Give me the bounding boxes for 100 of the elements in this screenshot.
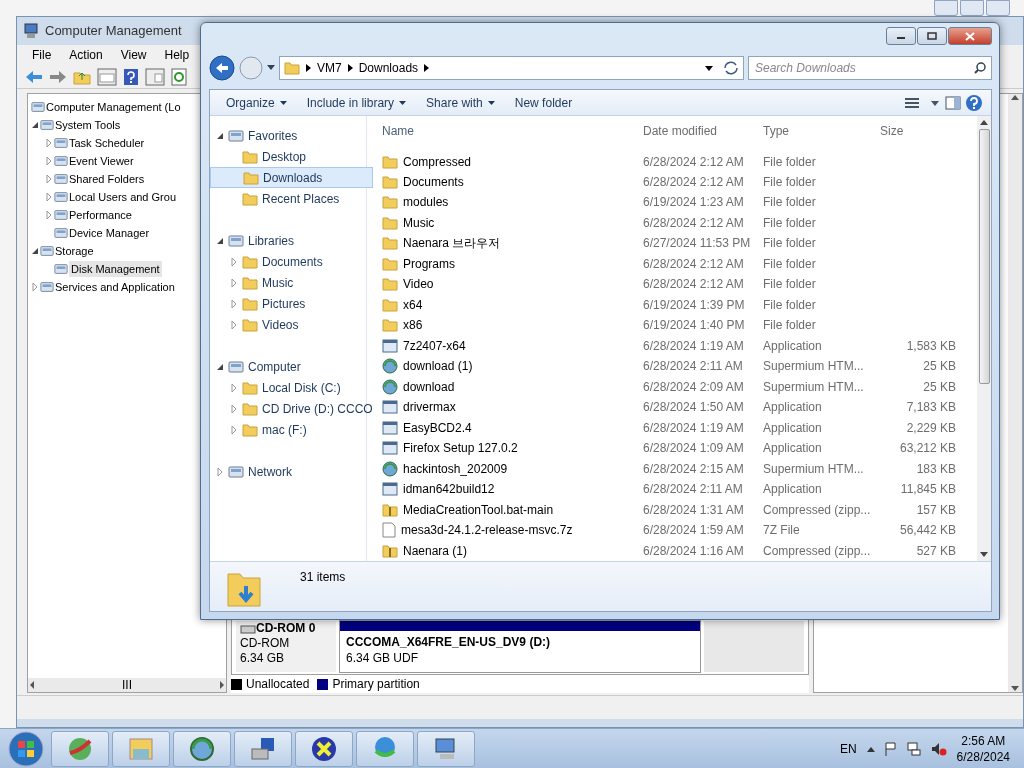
tree-item[interactable]: Disk Management xyxy=(69,260,162,278)
network-icon[interactable] xyxy=(906,741,921,756)
scroll-left-icon[interactable] xyxy=(28,681,36,689)
file-name[interactable]: download (1) xyxy=(403,357,473,376)
tree-item[interactable]: Storage xyxy=(55,242,94,260)
file-name[interactable]: Music xyxy=(403,213,435,232)
nav-item[interactable]: Network xyxy=(210,461,373,482)
file-name[interactable]: 7z2407-x64 xyxy=(403,336,466,355)
tree-item[interactable]: Performance xyxy=(69,206,132,224)
file-name[interactable]: Naenara 브라우저 xyxy=(403,234,501,253)
scrollbar-thumb[interactable]: III xyxy=(122,676,132,694)
minimize-button[interactable] xyxy=(886,27,916,45)
address-bar[interactable]: VM7 Downloads xyxy=(279,56,744,80)
collapsed-arrow-icon[interactable] xyxy=(230,383,238,392)
show-hidden-icons-icon[interactable] xyxy=(866,745,875,752)
file-name[interactable]: download xyxy=(403,377,455,396)
collapsed-arrow-icon[interactable] xyxy=(230,320,238,329)
column-header[interactable]: Size xyxy=(880,121,956,140)
collapsed-arrow-icon[interactable] xyxy=(230,299,238,308)
tree-item[interactable]: Computer Management (Lo xyxy=(46,98,181,116)
scroll-right-icon[interactable] xyxy=(218,681,226,689)
maximize-button[interactable] xyxy=(917,27,947,45)
column-header[interactable]: Name xyxy=(382,121,643,140)
collapsed-arrow-icon[interactable] xyxy=(216,467,224,476)
scroll-up-icon[interactable] xyxy=(1011,94,1019,100)
tree-item[interactable]: Shared Folders xyxy=(69,170,145,188)
taskbar-button[interactable] xyxy=(295,730,353,767)
nav-item[interactable]: Desktop xyxy=(210,146,373,167)
collapsed-arrow-icon[interactable] xyxy=(31,283,39,291)
scroll-down-icon[interactable] xyxy=(1011,686,1019,692)
refresh-icon[interactable] xyxy=(171,67,187,86)
file-name[interactable]: modules xyxy=(403,193,449,212)
file-name[interactable]: x64 xyxy=(403,295,423,314)
menu-item[interactable]: Action xyxy=(60,46,112,64)
horizontal-scrollbar[interactable]: III xyxy=(28,678,226,692)
clock[interactable]: 2:56 AM 6/28/2024 xyxy=(956,732,1010,765)
taskbar-button[interactable] xyxy=(51,730,109,767)
breadcrumb-arrow-icon[interactable] xyxy=(347,64,353,72)
forward-arrow-icon[interactable] xyxy=(49,69,67,84)
close-button[interactable] xyxy=(948,27,992,45)
nav-item[interactable]: mac (F:) xyxy=(210,419,373,440)
file-name[interactable]: Firefox Setup 127.0.2 xyxy=(403,439,518,458)
view-options-icon[interactable] xyxy=(905,96,941,109)
language-indicator[interactable]: EN xyxy=(839,739,857,758)
file-name[interactable]: Programs xyxy=(403,254,455,273)
menu-item[interactable]: Help xyxy=(155,46,199,64)
tree-item[interactable]: Event Viewer xyxy=(69,152,134,170)
expanded-arrow-icon[interactable] xyxy=(31,121,39,129)
scroll-up-icon[interactable] xyxy=(980,120,988,125)
collapsed-arrow-icon[interactable] xyxy=(230,257,238,266)
file-name[interactable]: Compressed xyxy=(403,152,472,171)
help-icon[interactable] xyxy=(123,67,139,86)
speaker-muted-icon[interactable] xyxy=(930,741,947,756)
search-field[interactable]: Search Downloads xyxy=(748,56,992,80)
file-name[interactable]: drivermax xyxy=(403,398,456,417)
file-name[interactable]: Video xyxy=(403,275,434,294)
nav-item[interactable]: Favorites xyxy=(210,125,373,146)
collapsed-arrow-icon[interactable] xyxy=(230,278,238,287)
column-header[interactable]: Date modified xyxy=(643,121,763,140)
nav-item[interactable]: CD Drive (D:) CCCO xyxy=(210,398,373,419)
vertical-scrollbar[interactable] xyxy=(977,116,991,561)
nav-item[interactable]: Downloads xyxy=(210,167,373,188)
file-name[interactable]: Naenara (1) xyxy=(403,541,468,560)
scroll-down-icon[interactable] xyxy=(980,552,988,557)
breadcrumb-item[interactable]: Downloads xyxy=(358,59,419,77)
taskbar-button[interactable] xyxy=(234,730,292,767)
breadcrumb-arrow-icon[interactable] xyxy=(306,64,311,72)
nav-item[interactable]: Pictures xyxy=(210,293,373,314)
menu-item[interactable]: View xyxy=(111,46,156,64)
scrollbar-thumb[interactable] xyxy=(978,129,990,384)
back-arrow-icon[interactable] xyxy=(25,69,43,84)
expanded-arrow-icon[interactable] xyxy=(216,362,224,371)
expanded-arrow-icon[interactable] xyxy=(216,131,224,140)
file-name[interactable]: x86 xyxy=(403,316,423,335)
dropdown-arrow-icon[interactable] xyxy=(705,65,713,71)
toolbar-button[interactable]: Organize xyxy=(218,91,295,114)
nav-item[interactable]: Music xyxy=(210,272,373,293)
file-name[interactable]: EasyBCD2.4 xyxy=(403,418,472,437)
column-header[interactable]: Type xyxy=(763,121,880,140)
tree-item[interactable]: System Tools xyxy=(55,116,121,134)
menu-item[interactable]: File xyxy=(23,46,61,64)
file-name[interactable]: idman642build12 xyxy=(403,480,495,499)
file-name[interactable]: MediaCreationTool.bat-main xyxy=(403,500,554,519)
collapsed-arrow-icon[interactable] xyxy=(45,193,53,201)
taskbar-button[interactable] xyxy=(417,730,475,767)
collapsed-arrow-icon[interactable] xyxy=(45,139,53,147)
collapsed-arrow-icon[interactable] xyxy=(45,211,53,219)
toolbar-button[interactable]: New folder xyxy=(506,91,581,114)
expanded-arrow-icon[interactable] xyxy=(31,247,39,255)
vertical-scrollbar[interactable] xyxy=(1008,94,1022,692)
breadcrumb-arrow-icon[interactable] xyxy=(424,64,430,72)
back-button-icon[interactable] xyxy=(209,55,235,81)
nav-item[interactable]: Documents xyxy=(210,251,373,272)
file-name[interactable]: mesa3d-24.1.2-release-msvc.7z xyxy=(401,521,573,540)
nav-item[interactable]: Videos xyxy=(210,314,373,335)
collapsed-arrow-icon[interactable] xyxy=(45,157,53,165)
nav-item[interactable]: Local Disk (C:) xyxy=(210,377,373,398)
tree-item[interactable]: Services and Application xyxy=(55,278,175,296)
nav-item[interactable]: Libraries xyxy=(210,230,373,251)
toolbar-button[interactable]: Include in library xyxy=(298,91,415,114)
